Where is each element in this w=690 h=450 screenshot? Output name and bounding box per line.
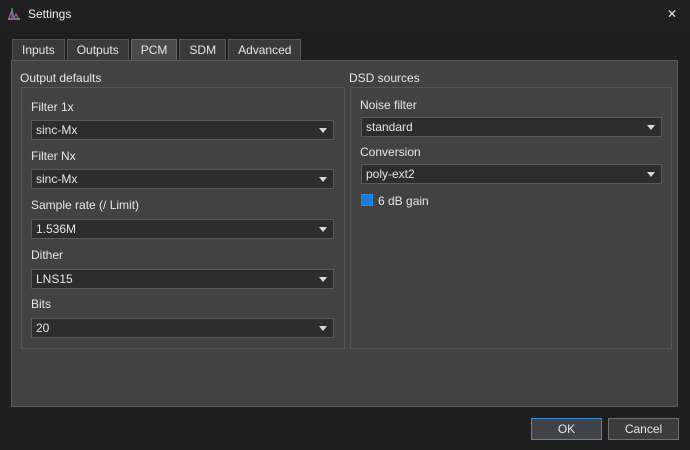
dsd-sources-title: DSD sources [349, 71, 420, 85]
filter-1x-label: Filter 1x [31, 100, 74, 114]
sample-rate-value: 1.536M [36, 222, 77, 236]
chevron-down-icon [647, 125, 655, 130]
output-defaults-title: Output defaults [20, 71, 102, 85]
chevron-down-icon [319, 326, 327, 331]
close-icon: ✕ [666, 7, 678, 21]
tab-advanced[interactable]: Advanced [228, 39, 302, 60]
tab-inputs[interactable]: Inputs [12, 39, 65, 60]
pcm-tab-panel: Output defaults Filter 1x sinc-Mx Filter… [11, 60, 678, 407]
tab-outputs[interactable]: Outputs [66, 39, 129, 60]
bits-label: Bits [31, 297, 52, 311]
tab-pcm[interactable]: PCM [130, 39, 178, 61]
filter-1x-select[interactable]: sinc-Mx [31, 120, 334, 140]
close-button[interactable]: ✕ [654, 0, 690, 28]
noise-filter-value: standard [366, 120, 413, 134]
noise-filter-select[interactable]: standard [361, 117, 662, 137]
dither-value: LNS15 [36, 272, 73, 286]
dither-select[interactable]: LNS15 [31, 269, 334, 289]
bits-value: 20 [36, 321, 50, 335]
filter-1x-value: sinc-Mx [36, 123, 78, 137]
window-title: Settings [28, 7, 72, 21]
conversion-label: Conversion [360, 145, 421, 159]
dither-label: Dither [31, 248, 64, 262]
app-logo-icon [8, 7, 20, 20]
bits-select[interactable]: 20 [31, 318, 334, 338]
sample-rate-label: Sample rate (/ Limit) [31, 198, 140, 212]
cancel-button[interactable]: Cancel [608, 418, 679, 440]
filter-nx-select[interactable]: sinc-Mx [31, 169, 334, 189]
noise-filter-label: Noise filter [360, 98, 417, 112]
chevron-down-icon [647, 172, 655, 177]
tab-sdm[interactable]: SDM [179, 39, 227, 60]
conversion-select[interactable]: poly-ext2 [361, 164, 662, 184]
6db-gain-label[interactable]: 6 dB gain [378, 194, 429, 208]
title-bar: Settings ✕ [0, 0, 690, 28]
chevron-down-icon [319, 227, 327, 232]
6db-gain-checkbox[interactable] [361, 194, 373, 206]
filter-nx-value: sinc-Mx [36, 172, 78, 186]
filter-nx-label: Filter Nx [31, 149, 76, 163]
sample-rate-select[interactable]: 1.536M [31, 219, 334, 239]
ok-button[interactable]: OK [531, 418, 602, 440]
chevron-down-icon [319, 277, 327, 282]
chevron-down-icon [319, 177, 327, 182]
conversion-value: poly-ext2 [366, 167, 415, 181]
tab-bar: Inputs Outputs PCM SDM Advanced [12, 39, 303, 61]
chevron-down-icon [319, 128, 327, 133]
